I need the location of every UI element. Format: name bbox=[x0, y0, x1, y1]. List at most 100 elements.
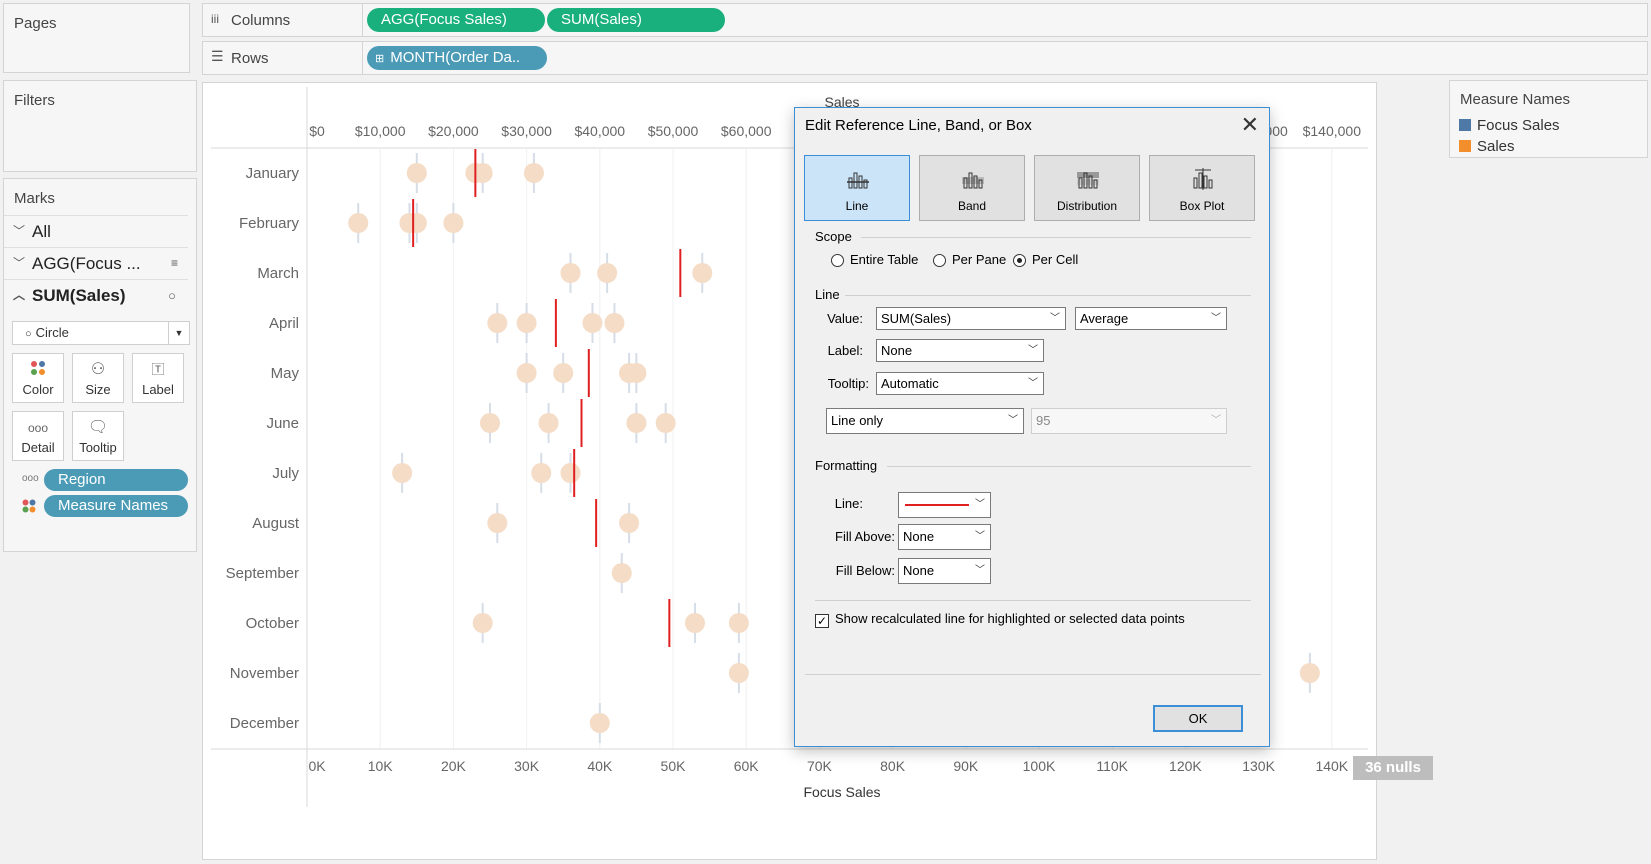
sales-point bbox=[538, 413, 559, 433]
scope-per-pane-radio[interactable]: Per Pane bbox=[933, 252, 1006, 267]
legend-swatch bbox=[1459, 119, 1471, 131]
recalculated-line-checkbox[interactable]: ✓ Show recalculated line for highlighted … bbox=[815, 611, 1185, 628]
bottom-tick-label: 90K bbox=[953, 758, 979, 774]
legend-item-sales[interactable]: Sales bbox=[1459, 138, 1515, 155]
marks-card-all-label: All bbox=[32, 222, 51, 241]
tab-line[interactable]: Line bbox=[804, 155, 910, 221]
marks-card-focus-sales[interactable]: ﹀ AGG(Focus ... ≡ bbox=[4, 247, 188, 279]
line-mode-dropdown[interactable]: Line only ﹀ bbox=[826, 408, 1024, 434]
tooltip-dropdown[interactable]: Automatic ﹀ bbox=[876, 372, 1044, 395]
value-dropdown[interactable]: SUM(Sales) ﹀ bbox=[876, 307, 1066, 330]
fill-below-selected: None bbox=[903, 563, 935, 578]
nulls-indicator[interactable]: 36 nulls bbox=[1353, 756, 1433, 780]
line-format-dropdown[interactable]: ﹀ bbox=[898, 492, 991, 518]
rows-label: Rows bbox=[231, 50, 269, 67]
marks-card-all[interactable]: ﹀ All bbox=[4, 215, 188, 247]
sales-point bbox=[560, 463, 581, 483]
pages-title: Pages bbox=[14, 15, 57, 32]
scope-section-title: Scope bbox=[815, 229, 852, 244]
line-mode-selected: Line only bbox=[831, 413, 884, 428]
confidence-dropdown: 95 ﹀ bbox=[1031, 408, 1227, 434]
tab-box-plot[interactable]: Box Plot bbox=[1149, 155, 1255, 221]
fill-above-selected: None bbox=[903, 529, 935, 544]
gantt-icon: ≡ bbox=[170, 256, 178, 270]
radio-icon bbox=[831, 254, 844, 267]
tab-line-label: Line bbox=[845, 199, 869, 213]
bottom-tick-label: 60K bbox=[734, 758, 760, 774]
color-button[interactable]: Color bbox=[12, 353, 64, 403]
close-icon[interactable]: ✕ bbox=[1241, 112, 1259, 138]
top-tick-label: $60,000 bbox=[721, 123, 772, 139]
checkbox-checked-icon: ✓ bbox=[815, 614, 829, 628]
chevron-down-icon: ﹀ bbox=[1211, 313, 1221, 324]
measure-names-pill[interactable]: Measure Names bbox=[44, 495, 188, 517]
tooltip-button[interactable]: 🗨 Tooltip bbox=[72, 411, 124, 461]
bottom-axis-title: Focus Sales bbox=[803, 784, 880, 800]
filters-title: Filters bbox=[14, 92, 55, 109]
bottom-tick-label: 140K bbox=[1315, 758, 1348, 774]
legend-title: Measure Names bbox=[1460, 91, 1571, 108]
top-tick-label: $50,000 bbox=[648, 123, 699, 139]
top-tick-label: $20,000 bbox=[428, 123, 479, 139]
sales-point bbox=[487, 513, 508, 533]
bottom-tick-label: 10K bbox=[368, 758, 394, 774]
bottom-tick-label: 50K bbox=[661, 758, 687, 774]
top-tick-label: $140,000 bbox=[1303, 123, 1362, 139]
marks-card-sum-label: SUM(Sales) bbox=[32, 286, 126, 305]
sales-point bbox=[619, 513, 640, 533]
rows-shelf[interactable]: ☰ Rows ⊞ MONTH(Order Da.. bbox=[202, 41, 1648, 75]
detail-field-icon: ooo bbox=[22, 473, 39, 484]
text-label-icon: 🅃 bbox=[151, 362, 165, 377]
chevron-down-icon: ﹀ bbox=[13, 224, 26, 238]
size-button[interactable]: ⚇ Size bbox=[72, 353, 124, 403]
size-label: Size bbox=[85, 382, 111, 397]
aggregation-selected: Average bbox=[1080, 311, 1129, 326]
edit-reference-line-dialog: Edit Reference Line, Band, or Box ✕ Line… bbox=[794, 107, 1270, 747]
month-label: March bbox=[257, 265, 299, 282]
tooltip-selected: Automatic bbox=[881, 376, 939, 391]
month-label: May bbox=[271, 365, 300, 382]
sales-point bbox=[728, 663, 749, 683]
fill-below-dropdown[interactable]: None ﹀ bbox=[898, 558, 991, 584]
scope-per-cell-radio[interactable]: Per Cell bbox=[1013, 252, 1078, 267]
label-dropdown[interactable]: None ﹀ bbox=[876, 339, 1044, 362]
aggregation-dropdown[interactable]: Average ﹀ bbox=[1075, 307, 1227, 330]
columns-shelf[interactable]: iii Columns AGG(Focus Sales) SUM(Sales) bbox=[202, 3, 1648, 37]
chevron-down-icon: ﹀ bbox=[1050, 313, 1060, 324]
bottom-tick-label: 30K bbox=[514, 758, 540, 774]
tooltip-icon: 🗨 bbox=[87, 419, 109, 436]
tab-distribution[interactable]: Distribution bbox=[1034, 155, 1140, 221]
circle-icon: ○ bbox=[168, 288, 176, 303]
sales-point bbox=[582, 313, 603, 333]
label-button[interactable]: 🅃 Label bbox=[132, 353, 184, 403]
marks-card-sum-sales[interactable]: ︿ SUM(Sales) ○ bbox=[4, 279, 188, 311]
month-label: July bbox=[272, 465, 299, 482]
chevron-down-icon: ﹀ bbox=[975, 531, 985, 542]
mark-type-dropdown[interactable]: ○ Circle ▼ bbox=[12, 321, 190, 345]
row-pill-month[interactable]: ⊞ MONTH(Order Da.. bbox=[367, 46, 547, 70]
scope-entire-table-radio[interactable]: Entire Table bbox=[831, 252, 918, 267]
sales-point bbox=[692, 263, 713, 283]
value-selected: SUM(Sales) bbox=[881, 311, 952, 326]
sales-point bbox=[589, 713, 610, 733]
sales-point bbox=[611, 563, 632, 583]
month-label: December bbox=[230, 715, 299, 732]
region-pill[interactable]: Region bbox=[44, 469, 188, 491]
tab-band[interactable]: Band bbox=[919, 155, 1025, 221]
scope-per-cell-label: Per Cell bbox=[1032, 252, 1079, 267]
legend-item-focus-sales[interactable]: Focus Sales bbox=[1459, 117, 1560, 134]
color-icon bbox=[13, 360, 63, 380]
sales-point bbox=[480, 413, 500, 433]
box-plot-icon bbox=[1193, 168, 1213, 190]
fill-above-dropdown[interactable]: None ﹀ bbox=[898, 524, 991, 550]
detail-button[interactable]: ooo Detail bbox=[12, 411, 64, 461]
column-pill-sales[interactable]: SUM(Sales) bbox=[547, 8, 725, 32]
confidence-value: 95 bbox=[1036, 413, 1051, 428]
column-pill-focus-sales[interactable]: AGG(Focus Sales) bbox=[367, 8, 545, 32]
scope-entire-table-label: Entire Table bbox=[850, 252, 919, 267]
filters-panel[interactable]: Filters bbox=[3, 80, 197, 172]
expand-icon[interactable]: ⊞ bbox=[375, 53, 384, 65]
tooltip-label: Tooltip bbox=[79, 440, 117, 455]
sales-point bbox=[516, 363, 537, 383]
ok-button[interactable]: OK bbox=[1153, 705, 1243, 732]
